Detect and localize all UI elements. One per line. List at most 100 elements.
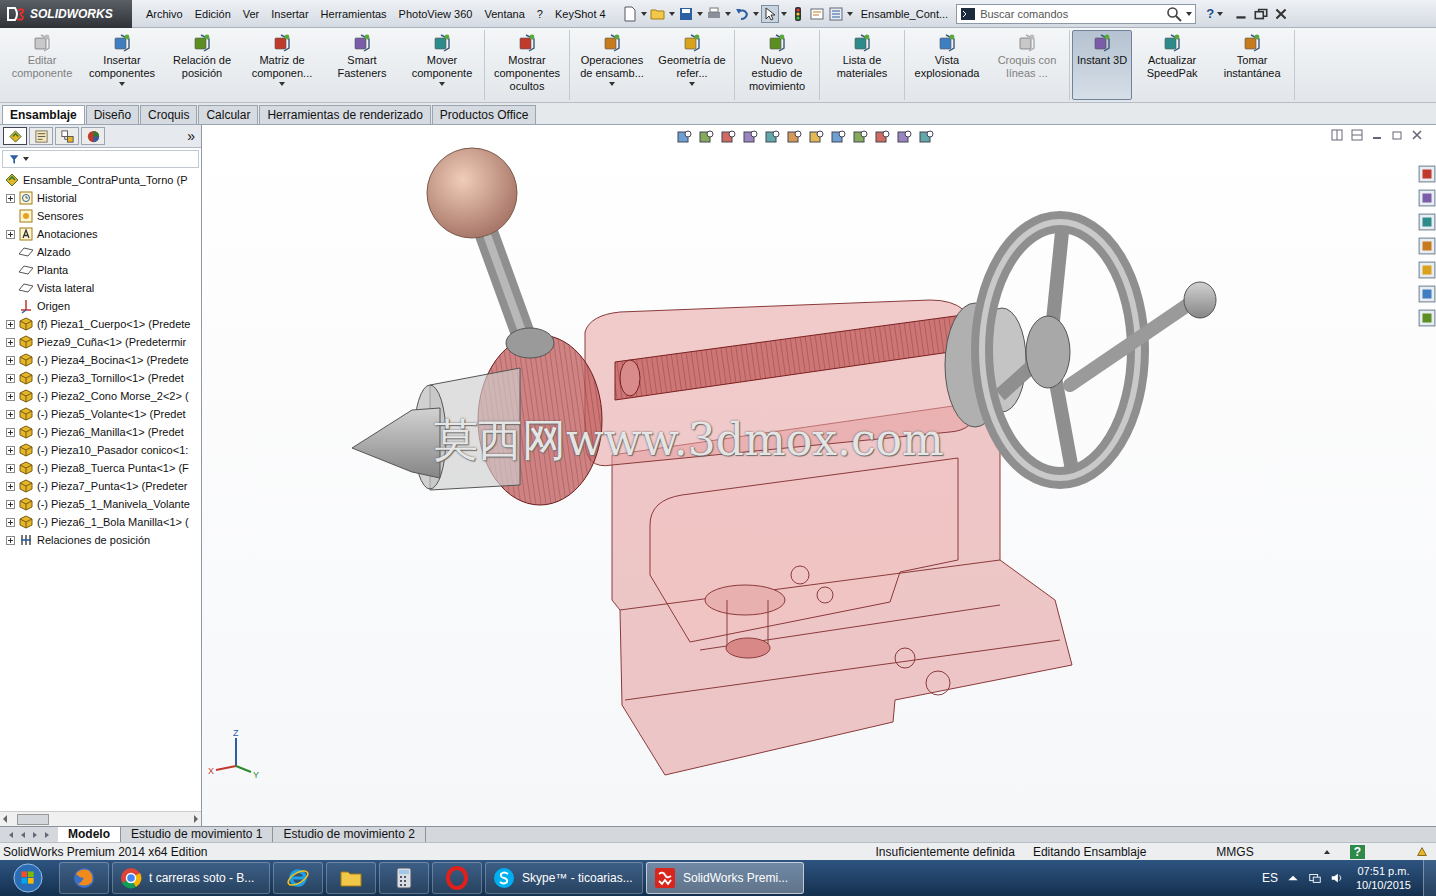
command-button[interactable]: Mover componente (402, 30, 482, 100)
dropdown-caret[interactable] (847, 12, 853, 16)
expand-toggle[interactable] (6, 410, 15, 419)
expand-toggle[interactable] (6, 482, 15, 491)
panel-tab[interactable] (3, 127, 27, 145)
view-tool-icon[interactable] (720, 129, 736, 145)
scroll-thumb[interactable] (17, 814, 49, 825)
tree-item[interactable]: (-) Pieza3_Tornillo<1> (Predet (0, 369, 201, 387)
view-tool-icon[interactable] (698, 129, 714, 145)
tree-filter[interactable] (2, 150, 199, 168)
tree-item[interactable]: (f) Pieza1_Cuerpo<1> (Predete (0, 315, 201, 333)
view-tool-icon[interactable] (742, 129, 758, 145)
scroll-left-icon[interactable] (3, 815, 7, 823)
menu-item[interactable]: Insertar (265, 8, 314, 20)
command-button[interactable]: Smart Fasteners (322, 30, 402, 100)
dropdown-caret[interactable] (781, 12, 787, 16)
open-folder-icon[interactable] (650, 6, 666, 22)
expand-toggle[interactable] (6, 338, 15, 347)
tree-item[interactable]: Alzado (0, 243, 201, 261)
task-pane-icon[interactable] (1418, 285, 1436, 303)
close-icon[interactable] (1273, 6, 1289, 22)
view-tool-icon[interactable] (676, 129, 692, 145)
command-button[interactable]: Lista de materiales (822, 30, 902, 100)
model-tab[interactable]: Estudio de movimiento 1 (121, 827, 273, 842)
tree-item[interactable]: Pieza9_Cuña<1> (Predetermir (0, 333, 201, 351)
scroll-right-icon[interactable] (194, 815, 198, 823)
command-tab[interactable]: Diseño (86, 105, 139, 124)
menu-item[interactable]: Edición (189, 8, 237, 20)
menu-item[interactable]: PhotoView 360 (393, 8, 479, 20)
command-button[interactable]: Instant 3D (1072, 30, 1132, 100)
help-button[interactable]: ? (1206, 6, 1214, 21)
task-pane-icon[interactable] (1418, 189, 1436, 207)
command-button[interactable]: Matriz de componen... (242, 30, 322, 100)
tab-scroll-icon[interactable] (30, 830, 40, 840)
tree-item[interactable]: (-) Pieza5_Volante<1> (Predet (0, 405, 201, 423)
view-tool-icon[interactable] (896, 129, 912, 145)
task-pane-icon[interactable] (1418, 237, 1436, 255)
menu-item[interactable]: Ventana (478, 8, 530, 20)
tree-item[interactable]: (-) Pieza2_Cono Morse_2<2> ( (0, 387, 201, 405)
start-button[interactable] (0, 863, 56, 893)
view-tool-icon[interactable] (852, 129, 868, 145)
expand-toggle[interactable] (6, 428, 15, 437)
undo-icon[interactable] (734, 6, 750, 22)
view-tool-icon[interactable] (874, 129, 890, 145)
body-part[interactable] (585, 300, 1072, 775)
language-indicator[interactable]: ES (1262, 871, 1278, 885)
tree-item[interactable]: (-) Pieza6_1_Bola Manilla<1> ( (0, 513, 201, 531)
command-button[interactable]: Actualizar SpeedPak (1132, 30, 1212, 100)
file-properties-icon[interactable] (809, 6, 825, 22)
tree-item[interactable]: (-) Pieza10_Pasador conico<1: (0, 441, 201, 459)
taskbar-button[interactable] (432, 862, 482, 894)
command-button[interactable]: Operaciones de ensamb... (572, 30, 652, 100)
dropdown-caret[interactable] (609, 82, 615, 86)
taskbar-button[interactable] (379, 862, 429, 894)
taskbar-button[interactable]: SolidWorks Premi... (646, 862, 804, 894)
tree-item[interactable]: Relaciones de posición (0, 531, 201, 549)
tab-scroll-icon[interactable] (18, 830, 28, 840)
restore-icon[interactable] (1253, 6, 1269, 22)
tree-item[interactable]: (-) Pieza7_Punta<1> (Predeter (0, 477, 201, 495)
tree-item[interactable]: (-) Pieza8_Tuerca Punta<1> (F (0, 459, 201, 477)
expand-toggle[interactable] (6, 230, 15, 239)
tree-item[interactable]: Anotaciones (0, 225, 201, 243)
tree-item[interactable]: (-) Pieza5_1_Manivela_Volante (0, 495, 201, 513)
command-tab[interactable]: Calcular (198, 105, 258, 124)
command-tab[interactable]: Croquis (140, 105, 197, 124)
lever-part[interactable] (427, 148, 554, 358)
tree-item[interactable]: Origen (0, 297, 201, 315)
dropdown-caret[interactable] (669, 12, 675, 16)
solidworks-logo[interactable]: SOLIDWORKS (0, 0, 132, 28)
tree-item[interactable]: Sensores (0, 207, 201, 225)
axis-triad[interactable]: ZXY (206, 726, 266, 786)
task-pane-icon[interactable] (1418, 165, 1436, 183)
dropdown-caret[interactable] (725, 12, 731, 16)
dropdown-caret[interactable] (279, 82, 285, 86)
taskbar-button[interactable]: t carreras soto - B... (112, 862, 270, 894)
menu-item[interactable]: Herramientas (315, 8, 393, 20)
units-caret[interactable] (1324, 850, 1330, 854)
taskbar-button[interactable] (59, 862, 109, 894)
dropdown-caret[interactable] (753, 12, 759, 16)
graphics-area[interactable]: 莫西网www.3dmox.comZXY (202, 125, 1436, 826)
tab-scroll-icon[interactable] (6, 830, 16, 840)
expand-toggle[interactable] (6, 536, 15, 545)
view-tool-icon[interactable] (764, 129, 780, 145)
notification-icon[interactable] (1415, 845, 1429, 859)
tree-item[interactable]: Ensamble_ContraPunta_Torno (P (0, 171, 201, 189)
command-button[interactable]: Vista explosionada (907, 30, 987, 100)
close-icon[interactable] (1410, 128, 1424, 142)
model-tab[interactable]: Modelo (58, 827, 121, 842)
menu-item[interactable]: Archivo (140, 8, 189, 20)
new-document-icon[interactable] (622, 6, 638, 22)
view-tool-icon[interactable] (830, 129, 846, 145)
menu-item[interactable]: Ver (237, 8, 266, 20)
minimize-icon[interactable] (1370, 128, 1384, 142)
taskbar-button[interactable] (326, 862, 376, 894)
model-tab[interactable]: Estudio de movimiento 2 (273, 827, 425, 842)
dropdown-caret[interactable] (641, 12, 647, 16)
handwheel-part[interactable] (945, 222, 1216, 478)
panel-tab[interactable] (55, 127, 79, 145)
command-button[interactable]: Tomar instantánea (1212, 30, 1292, 100)
expand-toggle[interactable] (6, 464, 15, 473)
